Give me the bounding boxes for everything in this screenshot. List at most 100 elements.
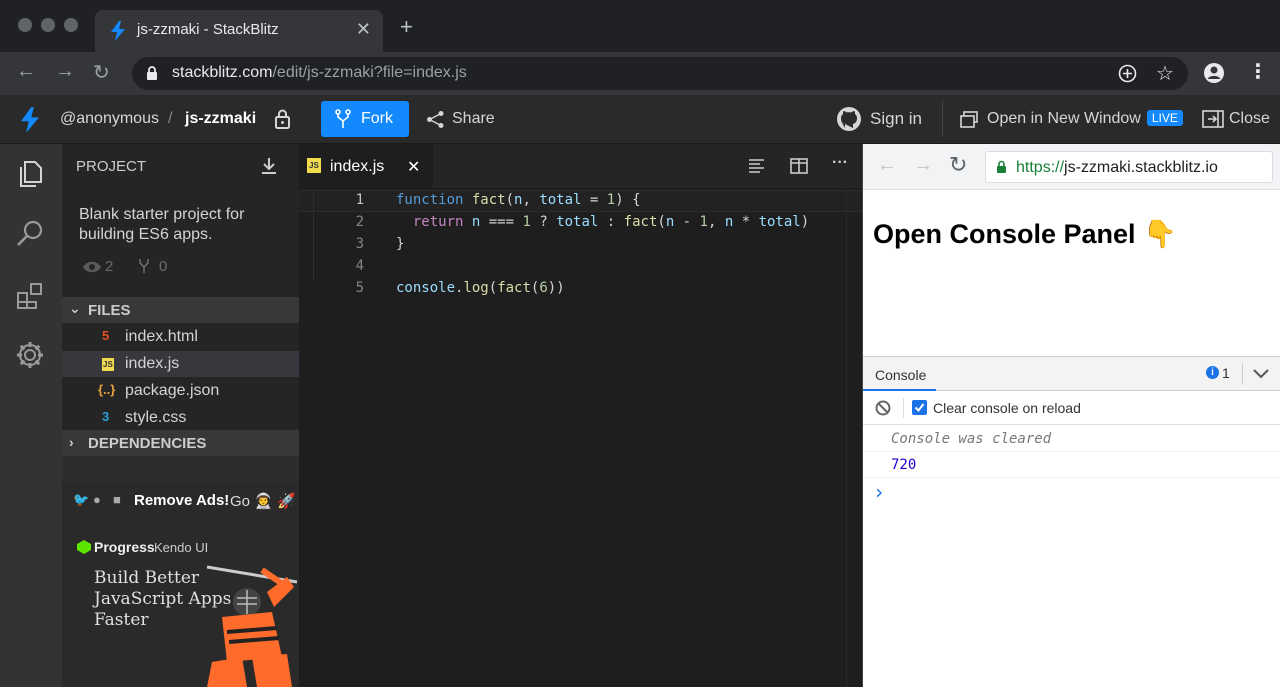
code-editor: JS index.js ✕ ··· 1 2 3 4 5 function fac… <box>299 144 862 687</box>
reload-icon[interactable]: ↻ <box>93 60 110 85</box>
code-line-3[interactable]: } <box>396 236 404 252</box>
sidebar-spacer <box>62 456 299 482</box>
console-message-cleared: Console was cleared <box>863 426 1280 452</box>
sign-in-button[interactable]: Sign in <box>870 109 922 129</box>
console-message-value: 720 <box>863 452 1280 478</box>
back-arrow-icon[interactable]: ← <box>16 60 36 83</box>
extensions-icon[interactable] <box>14 279 46 311</box>
code-line-2[interactable]: return n === 1 ? total : fact(n - 1, n *… <box>396 214 809 230</box>
project-description: Blank starter project for building ES6 a… <box>79 206 245 243</box>
preview-forward-icon[interactable]: → <box>913 154 933 177</box>
remove-ads-link[interactable]: Remove Ads! <box>134 492 229 509</box>
download-icon[interactable] <box>261 157 277 175</box>
console-tab-label: Console <box>875 367 927 383</box>
editor-tab-bar: JS index.js ✕ ··· <box>299 144 862 188</box>
console-prompt[interactable]: › <box>863 478 1280 504</box>
split-editor-icon[interactable] <box>790 158 808 174</box>
html5-icon: 5 <box>102 328 110 343</box>
search-icon[interactable] <box>14 218 46 250</box>
chevron-down-icon[interactable] <box>1253 369 1269 379</box>
open-new-window-button[interactable]: Open in New Window LIVE <box>987 110 1183 128</box>
dependencies-section-title: DEPENDENCIES <box>88 435 207 452</box>
share-icon[interactable] <box>426 110 445 129</box>
clear-on-reload-label: Clear console on reload <box>933 400 1081 416</box>
tab-close-icon[interactable]: ✕ <box>356 19 371 40</box>
padlock-icon[interactable] <box>274 108 291 129</box>
line-number: 5 <box>355 280 364 296</box>
editor-tab-close-icon[interactable]: ✕ <box>407 157 420 177</box>
path-separator: / <box>168 110 173 127</box>
browser-menu-icon[interactable]: ⋮ <box>1248 59 1268 84</box>
browser-tab-strip: js-zzmaki - StackBlitz ✕ + <box>0 0 1280 52</box>
progress-logo-icon <box>77 540 91 554</box>
files-section-title: FILES <box>88 302 131 319</box>
clear-on-reload-checkbox[interactable] <box>912 400 927 415</box>
indent-guide <box>313 192 314 280</box>
editor-tab-index-js[interactable]: JS index.js ✕ <box>299 144 433 188</box>
preview-back-icon[interactable]: ← <box>877 154 897 177</box>
new-tab-button[interactable]: + <box>400 16 413 38</box>
format-lines-icon[interactable] <box>748 158 765 173</box>
editor-scrollbar[interactable] <box>846 190 862 687</box>
window-maximize-dot[interactable] <box>64 18 78 32</box>
stackblitz-logo-icon[interactable] <box>21 107 39 133</box>
toolbar-divider <box>903 398 904 418</box>
console-cleared-text: Console was cleared <box>891 431 1052 447</box>
window-minimize-dot[interactable] <box>41 18 55 32</box>
url-path: /edit/js-zzmaki?file=index.js <box>272 64 467 81</box>
file-item-style-css[interactable]: 3 style.css <box>62 405 299 431</box>
address-bar[interactable]: stackblitz.com/edit/js-zzmaki?file=index… <box>132 57 1188 90</box>
activity-bar <box>0 144 62 687</box>
project-name[interactable]: js-zzmaki <box>185 110 256 128</box>
live-badge: LIVE <box>1146 110 1183 126</box>
ad-panel[interactable]: 🐦 ● ■ Remove Ads! Go 👨‍🚀 🚀 Progress Kend… <box>62 482 299 687</box>
browser-toolbar: ← → ↻ stackblitz.com/edit/js-zzmaki?file… <box>0 52 1280 95</box>
code-line-1[interactable]: function fact(n, total = 1) { <box>396 192 641 208</box>
fork-button[interactable]: Fork <box>321 101 409 137</box>
editor-tab-label: index.js <box>330 158 385 175</box>
fork-label: Fork <box>361 110 393 127</box>
add-circle-icon[interactable] <box>1118 64 1137 83</box>
profile-avatar-icon[interactable] <box>1203 62 1225 84</box>
file-item-index-js[interactable]: JS index.js <box>62 351 299 377</box>
files-icon[interactable] <box>14 158 46 190</box>
discord-icon[interactable]: ■ <box>113 492 121 507</box>
new-window-icon <box>960 111 978 128</box>
ad-line-1: Build Better <box>94 568 200 588</box>
browser-tab[interactable]: js-zzmaki - StackBlitz ✕ <box>95 10 383 52</box>
ad-brand: Progress <box>94 539 155 555</box>
owner-link[interactable]: @anonymous <box>60 110 159 128</box>
file-item-index-html[interactable]: 5 index.html <box>62 324 299 350</box>
views-count: 2 <box>105 258 114 275</box>
window-close-dot[interactable] <box>18 18 32 32</box>
secure-lock-icon <box>997 160 1006 173</box>
views-eye-icon <box>83 261 101 273</box>
close-button[interactable]: Close <box>1229 110 1270 128</box>
stackblitz-header: @anonymous / js-zzmaki Fork Share Sign i… <box>0 95 1280 144</box>
tab-console[interactable]: Console <box>863 357 936 391</box>
code-line-5[interactable]: console.log(fact(6)) <box>396 280 565 296</box>
console-toolbar: Clear console on reload <box>863 391 1280 425</box>
clear-console-icon[interactable] <box>875 400 891 416</box>
more-options-icon[interactable]: ··· <box>832 154 848 172</box>
ad-line-3: Faster <box>94 610 149 630</box>
settings-gear-icon[interactable] <box>14 339 46 371</box>
preview-address-bar[interactable]: https://js-zzmaki.stackblitz.io <box>985 151 1273 183</box>
forks-count: 0 <box>159 258 168 275</box>
github-icon[interactable] <box>836 106 862 132</box>
share-button[interactable]: Share <box>452 110 495 128</box>
github-small-icon[interactable]: ● <box>93 492 101 507</box>
browser-tab-title: js-zzmaki - StackBlitz <box>137 21 279 38</box>
forward-arrow-icon[interactable]: → <box>55 60 75 83</box>
javascript-icon: JS <box>102 358 114 371</box>
preview-reload-icon[interactable]: ↻ <box>949 152 967 178</box>
fork-icon <box>335 109 351 128</box>
files-section-header[interactable]: ⌄ FILES <box>62 297 299 323</box>
file-name: index.js <box>125 355 180 372</box>
json-braces-icon: {..} <box>98 382 116 397</box>
prompt-chevron-icon: › <box>873 480 886 504</box>
twitter-icon[interactable]: 🐦 <box>73 492 89 508</box>
dependencies-section-header[interactable]: › DEPENDENCIES <box>62 430 299 456</box>
bookmark-star-icon[interactable]: ☆ <box>1156 61 1174 86</box>
file-item-package-json[interactable]: {..} package.json <box>62 378 299 404</box>
